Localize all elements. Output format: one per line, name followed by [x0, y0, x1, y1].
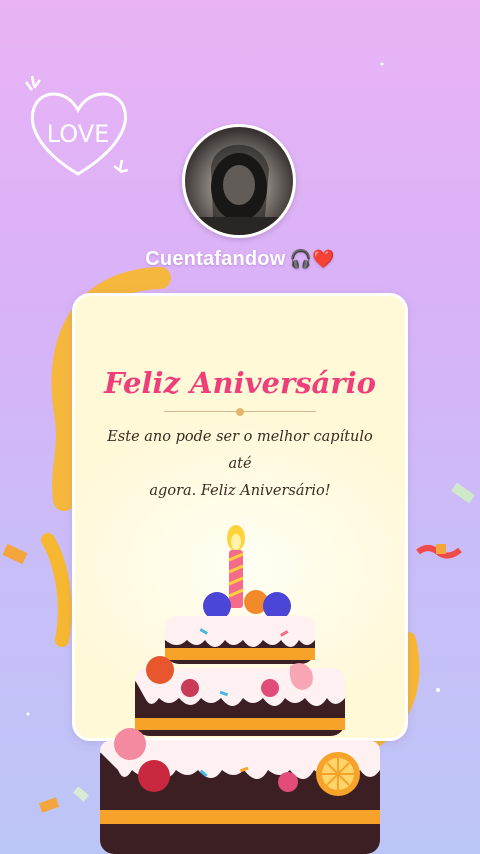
username-emojis: 🎧❤️ [289, 249, 335, 269]
avatar[interactable] [182, 124, 296, 238]
card-message: Este ano pode ser o melhor capítulo até … [96, 424, 384, 505]
profile-username: Cuentafandow 🎧❤️ [0, 248, 480, 271]
card-title: Feliz Aniversário [104, 366, 376, 400]
username-text: Cuentafandow [145, 248, 286, 270]
card-message-line-2: agora. Feliz Aniversário! [149, 483, 331, 499]
birthday-cake-illustration [100, 525, 380, 854]
love-doodle-text: LOVE [47, 120, 110, 148]
card-message-line-1: Este ano pode ser o melhor capítulo até [107, 429, 373, 472]
divider-ornament [236, 408, 244, 416]
love-heart-doodle: LOVE [18, 70, 138, 190]
